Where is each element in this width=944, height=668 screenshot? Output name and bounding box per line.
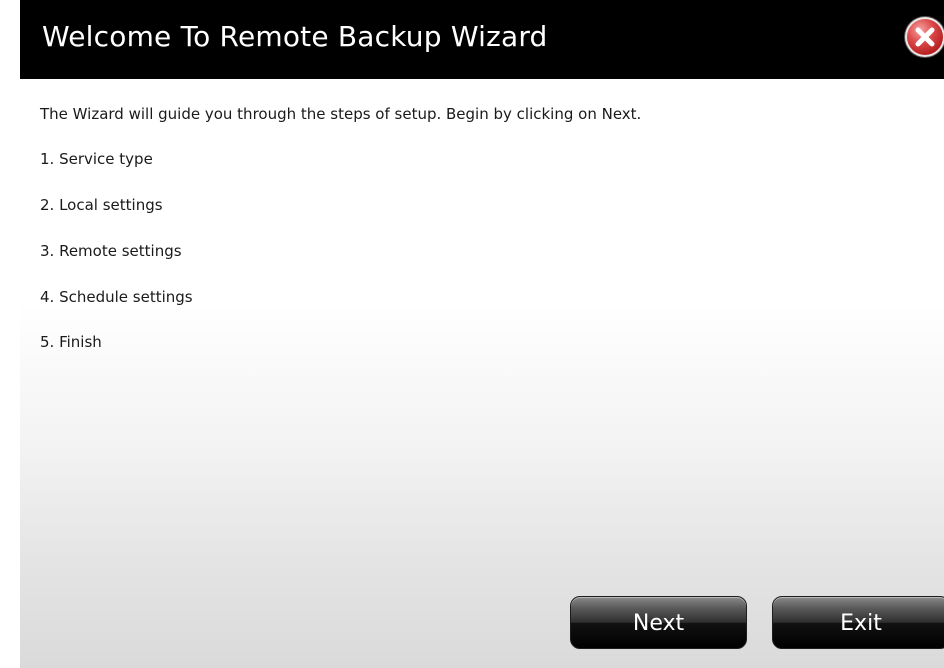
exit-button[interactable]: Exit [772, 596, 944, 649]
step-remote-settings: 3. Remote settings [40, 242, 182, 260]
wizard-dialog: Welcome To Remote Backup Wizard The Wiza… [0, 0, 944, 668]
step-schedule-settings: 4. Schedule settings [40, 288, 193, 306]
title-bar: Welcome To Remote Backup Wizard [20, 0, 944, 79]
dialog-title: Welcome To Remote Backup Wizard [42, 20, 548, 53]
close-icon[interactable] [905, 17, 944, 57]
step-finish: 5. Finish [40, 333, 102, 351]
step-service-type: 1. Service type [40, 150, 153, 168]
next-button[interactable]: Next [570, 596, 747, 649]
intro-text: The Wizard will guide you through the st… [40, 105, 642, 123]
close-x-glyph [915, 27, 935, 47]
dialog-body: The Wizard will guide you through the st… [20, 79, 944, 668]
step-local-settings: 2. Local settings [40, 196, 163, 214]
